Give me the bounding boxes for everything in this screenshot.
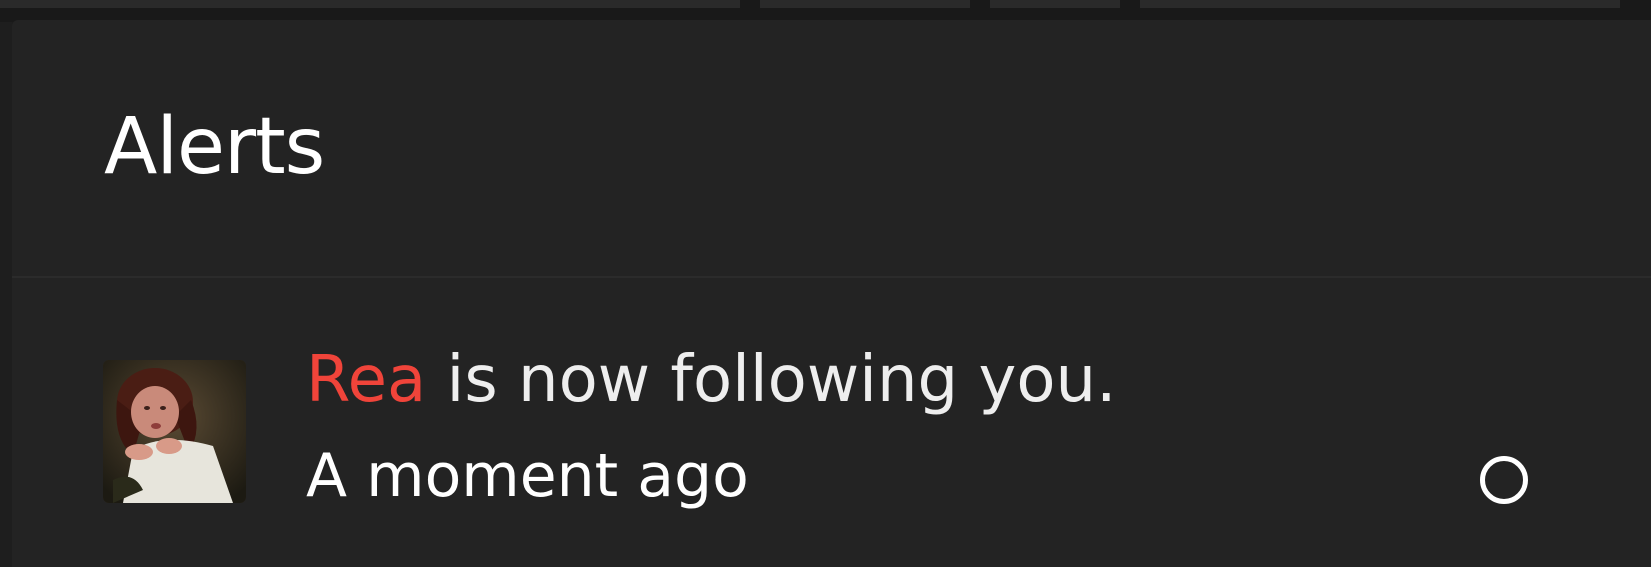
- user-avatar-photo-icon: [103, 360, 246, 503]
- page-title: Alerts: [104, 102, 325, 192]
- background-strip: [0, 22, 12, 567]
- alert-message: Rea is now following you.: [306, 348, 1116, 412]
- avatar[interactable]: [103, 360, 246, 503]
- alert-item[interactable]: Rea is now following you. A moment ago: [12, 278, 1651, 567]
- alert-message-text: is now following you.: [426, 343, 1117, 417]
- unread-circle-icon[interactable]: [1480, 456, 1528, 504]
- alert-timestamp: A moment ago: [306, 441, 749, 511]
- top-bar-segment: [760, 0, 970, 8]
- top-bar-segment: [990, 0, 1120, 8]
- alerts-header: Alerts: [12, 20, 1651, 276]
- top-bar-segment: [1140, 0, 1620, 8]
- window-top-bar: [0, 0, 1651, 22]
- username-link[interactable]: Rea: [306, 343, 426, 417]
- top-bar-segment: [0, 0, 740, 8]
- alerts-panel: Alerts Rea is now following you. A momen…: [12, 20, 1651, 567]
